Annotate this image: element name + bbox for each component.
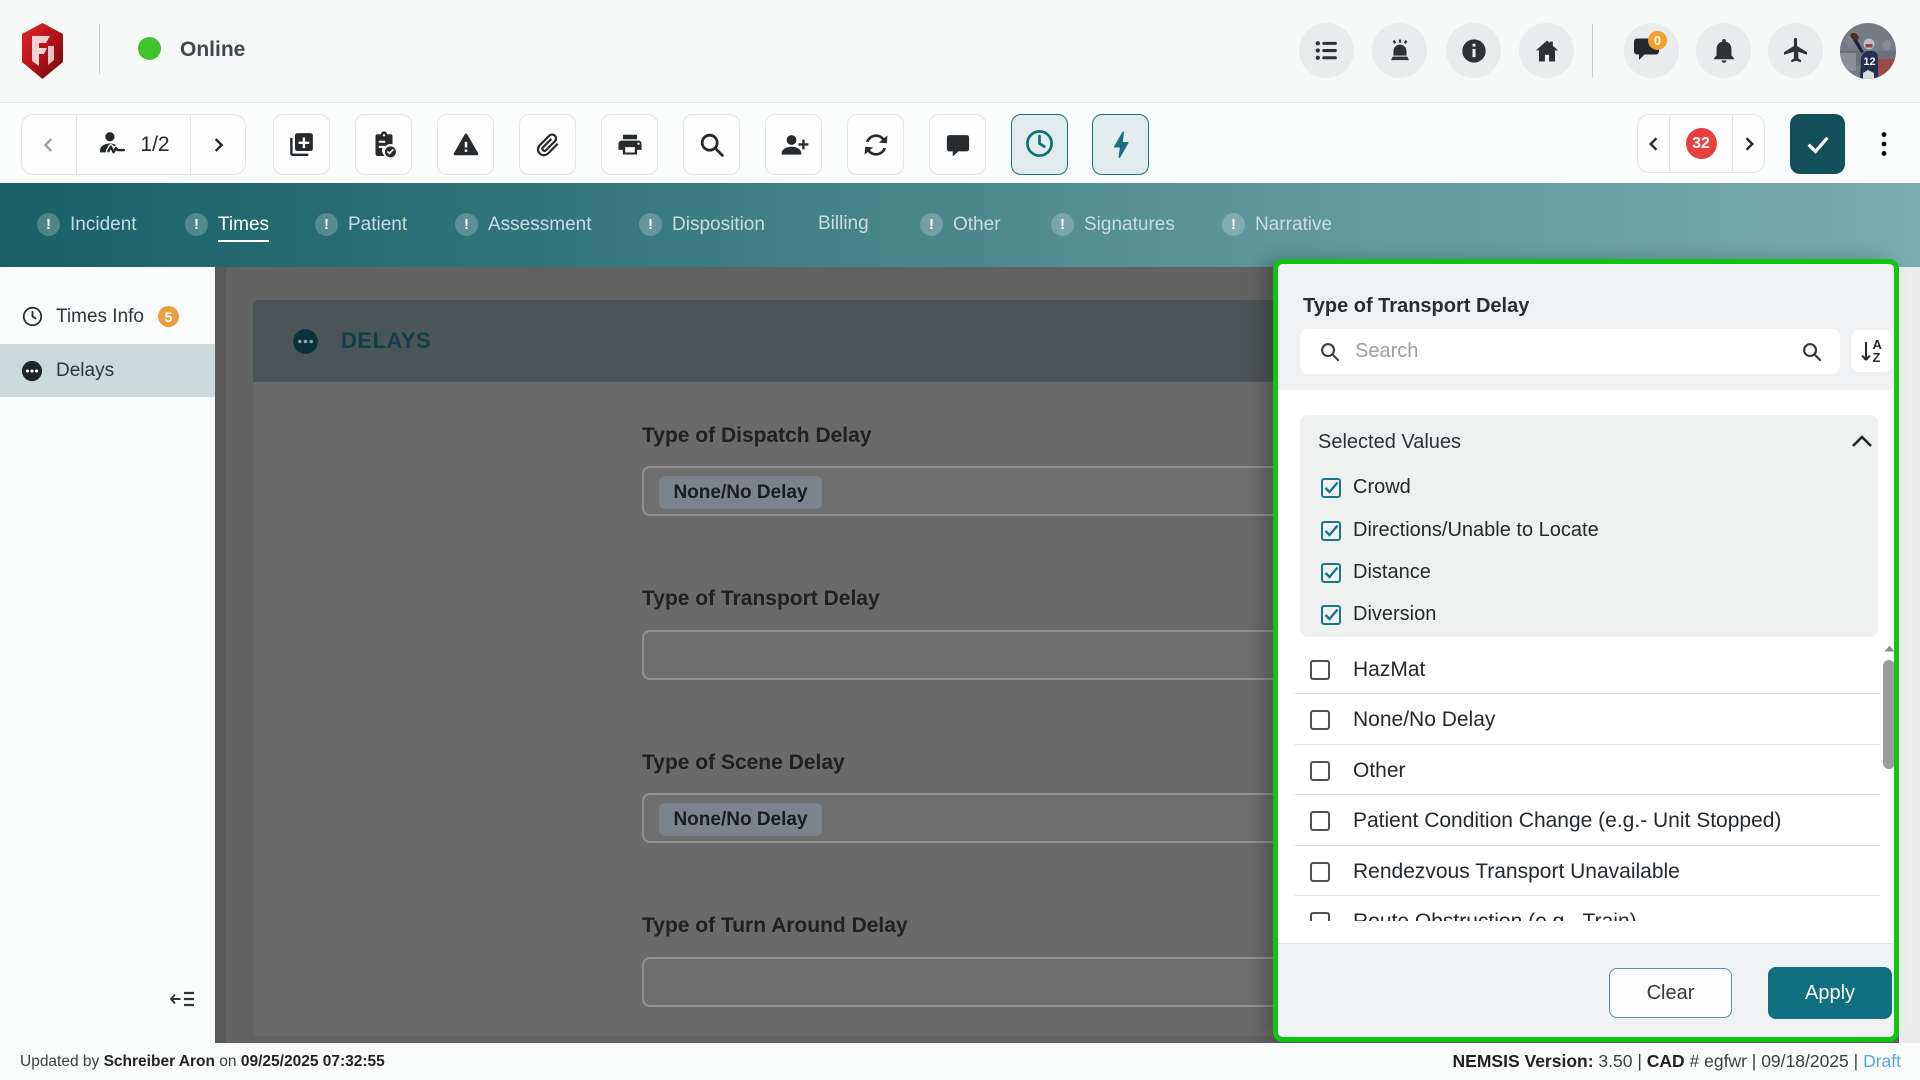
svg-text:Z: Z bbox=[1872, 350, 1880, 365]
svg-text:12: 12 bbox=[1863, 56, 1875, 68]
